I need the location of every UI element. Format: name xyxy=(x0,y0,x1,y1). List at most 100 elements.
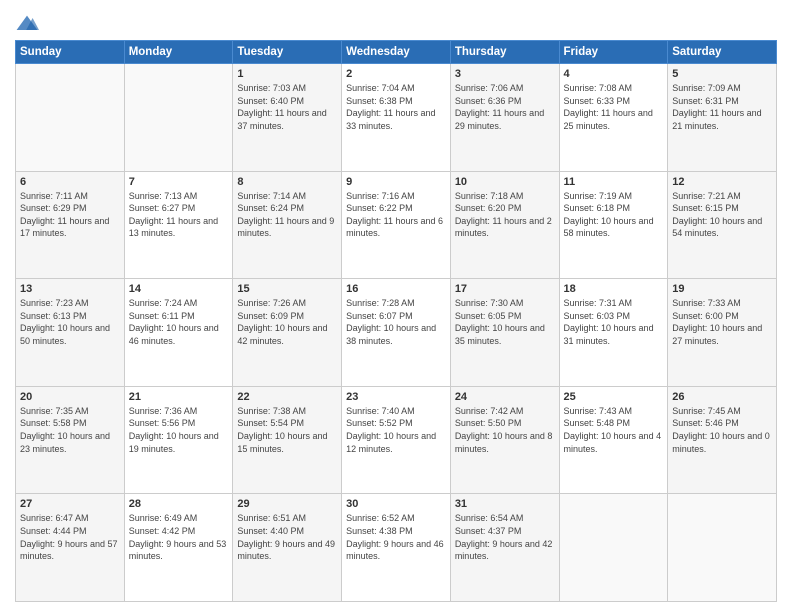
day-info: Sunrise: 7:04 AMSunset: 6:38 PMDaylight:… xyxy=(346,83,435,131)
calendar-cell xyxy=(559,494,668,602)
day-number: 15 xyxy=(237,283,337,295)
calendar-cell: 4 Sunrise: 7:08 AMSunset: 6:33 PMDayligh… xyxy=(559,64,668,172)
day-info: Sunrise: 7:06 AMSunset: 6:36 PMDaylight:… xyxy=(455,83,544,131)
week-row-4: 20 Sunrise: 7:35 AMSunset: 5:58 PMDaylig… xyxy=(16,386,777,494)
day-info: Sunrise: 7:35 AMSunset: 5:58 PMDaylight:… xyxy=(20,406,110,454)
day-info: Sunrise: 7:43 AMSunset: 5:48 PMDaylight:… xyxy=(564,406,662,454)
day-number: 24 xyxy=(455,391,555,403)
day-number: 2 xyxy=(346,68,446,80)
weekday-monday: Monday xyxy=(124,41,233,64)
weekday-sunday: Sunday xyxy=(16,41,125,64)
day-info: Sunrise: 7:08 AMSunset: 6:33 PMDaylight:… xyxy=(564,83,653,131)
calendar-cell: 20 Sunrise: 7:35 AMSunset: 5:58 PMDaylig… xyxy=(16,386,125,494)
day-number: 5 xyxy=(672,68,772,80)
day-info: Sunrise: 7:14 AMSunset: 6:24 PMDaylight:… xyxy=(237,191,334,239)
day-info: Sunrise: 7:33 AMSunset: 6:00 PMDaylight:… xyxy=(672,298,762,346)
calendar-cell: 19 Sunrise: 7:33 AMSunset: 6:00 PMDaylig… xyxy=(668,279,777,387)
day-number: 23 xyxy=(346,391,446,403)
day-number: 16 xyxy=(346,283,446,295)
weekday-tuesday: Tuesday xyxy=(233,41,342,64)
weekday-saturday: Saturday xyxy=(668,41,777,64)
calendar-table: SundayMondayTuesdayWednesdayThursdayFrid… xyxy=(15,40,777,602)
calendar-cell: 26 Sunrise: 7:45 AMSunset: 5:46 PMDaylig… xyxy=(668,386,777,494)
calendar-cell: 29 Sunrise: 6:51 AMSunset: 4:40 PMDaylig… xyxy=(233,494,342,602)
day-info: Sunrise: 7:11 AMSunset: 6:29 PMDaylight:… xyxy=(20,191,109,239)
week-row-1: 1 Sunrise: 7:03 AMSunset: 6:40 PMDayligh… xyxy=(16,64,777,172)
header xyxy=(15,10,777,34)
day-number: 3 xyxy=(455,68,555,80)
day-info: Sunrise: 7:28 AMSunset: 6:07 PMDaylight:… xyxy=(346,298,436,346)
calendar-cell: 5 Sunrise: 7:09 AMSunset: 6:31 PMDayligh… xyxy=(668,64,777,172)
calendar-cell xyxy=(16,64,125,172)
day-info: Sunrise: 6:49 AMSunset: 4:42 PMDaylight:… xyxy=(129,513,227,561)
day-number: 31 xyxy=(455,498,555,510)
calendar-cell xyxy=(668,494,777,602)
calendar-cell: 2 Sunrise: 7:04 AMSunset: 6:38 PMDayligh… xyxy=(342,64,451,172)
day-info: Sunrise: 7:24 AMSunset: 6:11 PMDaylight:… xyxy=(129,298,219,346)
day-info: Sunrise: 7:38 AMSunset: 5:54 PMDaylight:… xyxy=(237,406,327,454)
calendar-cell: 15 Sunrise: 7:26 AMSunset: 6:09 PMDaylig… xyxy=(233,279,342,387)
day-number: 29 xyxy=(237,498,337,510)
logo-icon xyxy=(15,14,39,34)
day-number: 27 xyxy=(20,498,120,510)
calendar-cell: 21 Sunrise: 7:36 AMSunset: 5:56 PMDaylig… xyxy=(124,386,233,494)
day-number: 7 xyxy=(129,176,229,188)
calendar-cell: 1 Sunrise: 7:03 AMSunset: 6:40 PMDayligh… xyxy=(233,64,342,172)
calendar-cell: 27 Sunrise: 6:47 AMSunset: 4:44 PMDaylig… xyxy=(16,494,125,602)
day-info: Sunrise: 7:13 AMSunset: 6:27 PMDaylight:… xyxy=(129,191,218,239)
calendar-cell: 28 Sunrise: 6:49 AMSunset: 4:42 PMDaylig… xyxy=(124,494,233,602)
calendar-cell: 18 Sunrise: 7:31 AMSunset: 6:03 PMDaylig… xyxy=(559,279,668,387)
day-number: 8 xyxy=(237,176,337,188)
calendar-cell: 10 Sunrise: 7:18 AMSunset: 6:20 PMDaylig… xyxy=(450,171,559,279)
calendar-cell: 24 Sunrise: 7:42 AMSunset: 5:50 PMDaylig… xyxy=(450,386,559,494)
day-number: 9 xyxy=(346,176,446,188)
day-number: 18 xyxy=(564,283,664,295)
day-number: 14 xyxy=(129,283,229,295)
calendar-cell: 9 Sunrise: 7:16 AMSunset: 6:22 PMDayligh… xyxy=(342,171,451,279)
calendar-cell: 8 Sunrise: 7:14 AMSunset: 6:24 PMDayligh… xyxy=(233,171,342,279)
week-row-2: 6 Sunrise: 7:11 AMSunset: 6:29 PMDayligh… xyxy=(16,171,777,279)
day-info: Sunrise: 7:30 AMSunset: 6:05 PMDaylight:… xyxy=(455,298,545,346)
day-info: Sunrise: 7:18 AMSunset: 6:20 PMDaylight:… xyxy=(455,191,552,239)
calendar-cell: 12 Sunrise: 7:21 AMSunset: 6:15 PMDaylig… xyxy=(668,171,777,279)
day-number: 11 xyxy=(564,176,664,188)
calendar-cell: 17 Sunrise: 7:30 AMSunset: 6:05 PMDaylig… xyxy=(450,279,559,387)
day-info: Sunrise: 7:09 AMSunset: 6:31 PMDaylight:… xyxy=(672,83,761,131)
calendar-cell: 3 Sunrise: 7:06 AMSunset: 6:36 PMDayligh… xyxy=(450,64,559,172)
weekday-friday: Friday xyxy=(559,41,668,64)
day-info: Sunrise: 7:26 AMSunset: 6:09 PMDaylight:… xyxy=(237,298,327,346)
calendar-cell: 23 Sunrise: 7:40 AMSunset: 5:52 PMDaylig… xyxy=(342,386,451,494)
day-number: 1 xyxy=(237,68,337,80)
calendar-cell xyxy=(124,64,233,172)
day-info: Sunrise: 6:54 AMSunset: 4:37 PMDaylight:… xyxy=(455,513,553,561)
day-info: Sunrise: 7:21 AMSunset: 6:15 PMDaylight:… xyxy=(672,191,762,239)
day-info: Sunrise: 7:45 AMSunset: 5:46 PMDaylight:… xyxy=(672,406,770,454)
day-info: Sunrise: 7:42 AMSunset: 5:50 PMDaylight:… xyxy=(455,406,553,454)
day-number: 12 xyxy=(672,176,772,188)
day-number: 13 xyxy=(20,283,120,295)
day-info: Sunrise: 7:16 AMSunset: 6:22 PMDaylight:… xyxy=(346,191,443,239)
day-info: Sunrise: 6:52 AMSunset: 4:38 PMDaylight:… xyxy=(346,513,444,561)
calendar-cell: 31 Sunrise: 6:54 AMSunset: 4:37 PMDaylig… xyxy=(450,494,559,602)
calendar-cell: 14 Sunrise: 7:24 AMSunset: 6:11 PMDaylig… xyxy=(124,279,233,387)
day-number: 20 xyxy=(20,391,120,403)
calendar-cell: 16 Sunrise: 7:28 AMSunset: 6:07 PMDaylig… xyxy=(342,279,451,387)
day-info: Sunrise: 7:23 AMSunset: 6:13 PMDaylight:… xyxy=(20,298,110,346)
week-row-5: 27 Sunrise: 6:47 AMSunset: 4:44 PMDaylig… xyxy=(16,494,777,602)
calendar-cell: 30 Sunrise: 6:52 AMSunset: 4:38 PMDaylig… xyxy=(342,494,451,602)
day-info: Sunrise: 7:31 AMSunset: 6:03 PMDaylight:… xyxy=(564,298,654,346)
week-row-3: 13 Sunrise: 7:23 AMSunset: 6:13 PMDaylig… xyxy=(16,279,777,387)
day-number: 6 xyxy=(20,176,120,188)
calendar-cell: 13 Sunrise: 7:23 AMSunset: 6:13 PMDaylig… xyxy=(16,279,125,387)
day-number: 28 xyxy=(129,498,229,510)
day-number: 17 xyxy=(455,283,555,295)
day-number: 22 xyxy=(237,391,337,403)
day-info: Sunrise: 6:47 AMSunset: 4:44 PMDaylight:… xyxy=(20,513,118,561)
calendar-cell: 25 Sunrise: 7:43 AMSunset: 5:48 PMDaylig… xyxy=(559,386,668,494)
calendar-cell: 7 Sunrise: 7:13 AMSunset: 6:27 PMDayligh… xyxy=(124,171,233,279)
calendar-cell: 6 Sunrise: 7:11 AMSunset: 6:29 PMDayligh… xyxy=(16,171,125,279)
day-number: 19 xyxy=(672,283,772,295)
day-info: Sunrise: 7:36 AMSunset: 5:56 PMDaylight:… xyxy=(129,406,219,454)
page: SundayMondayTuesdayWednesdayThursdayFrid… xyxy=(0,0,792,612)
logo xyxy=(15,14,41,34)
